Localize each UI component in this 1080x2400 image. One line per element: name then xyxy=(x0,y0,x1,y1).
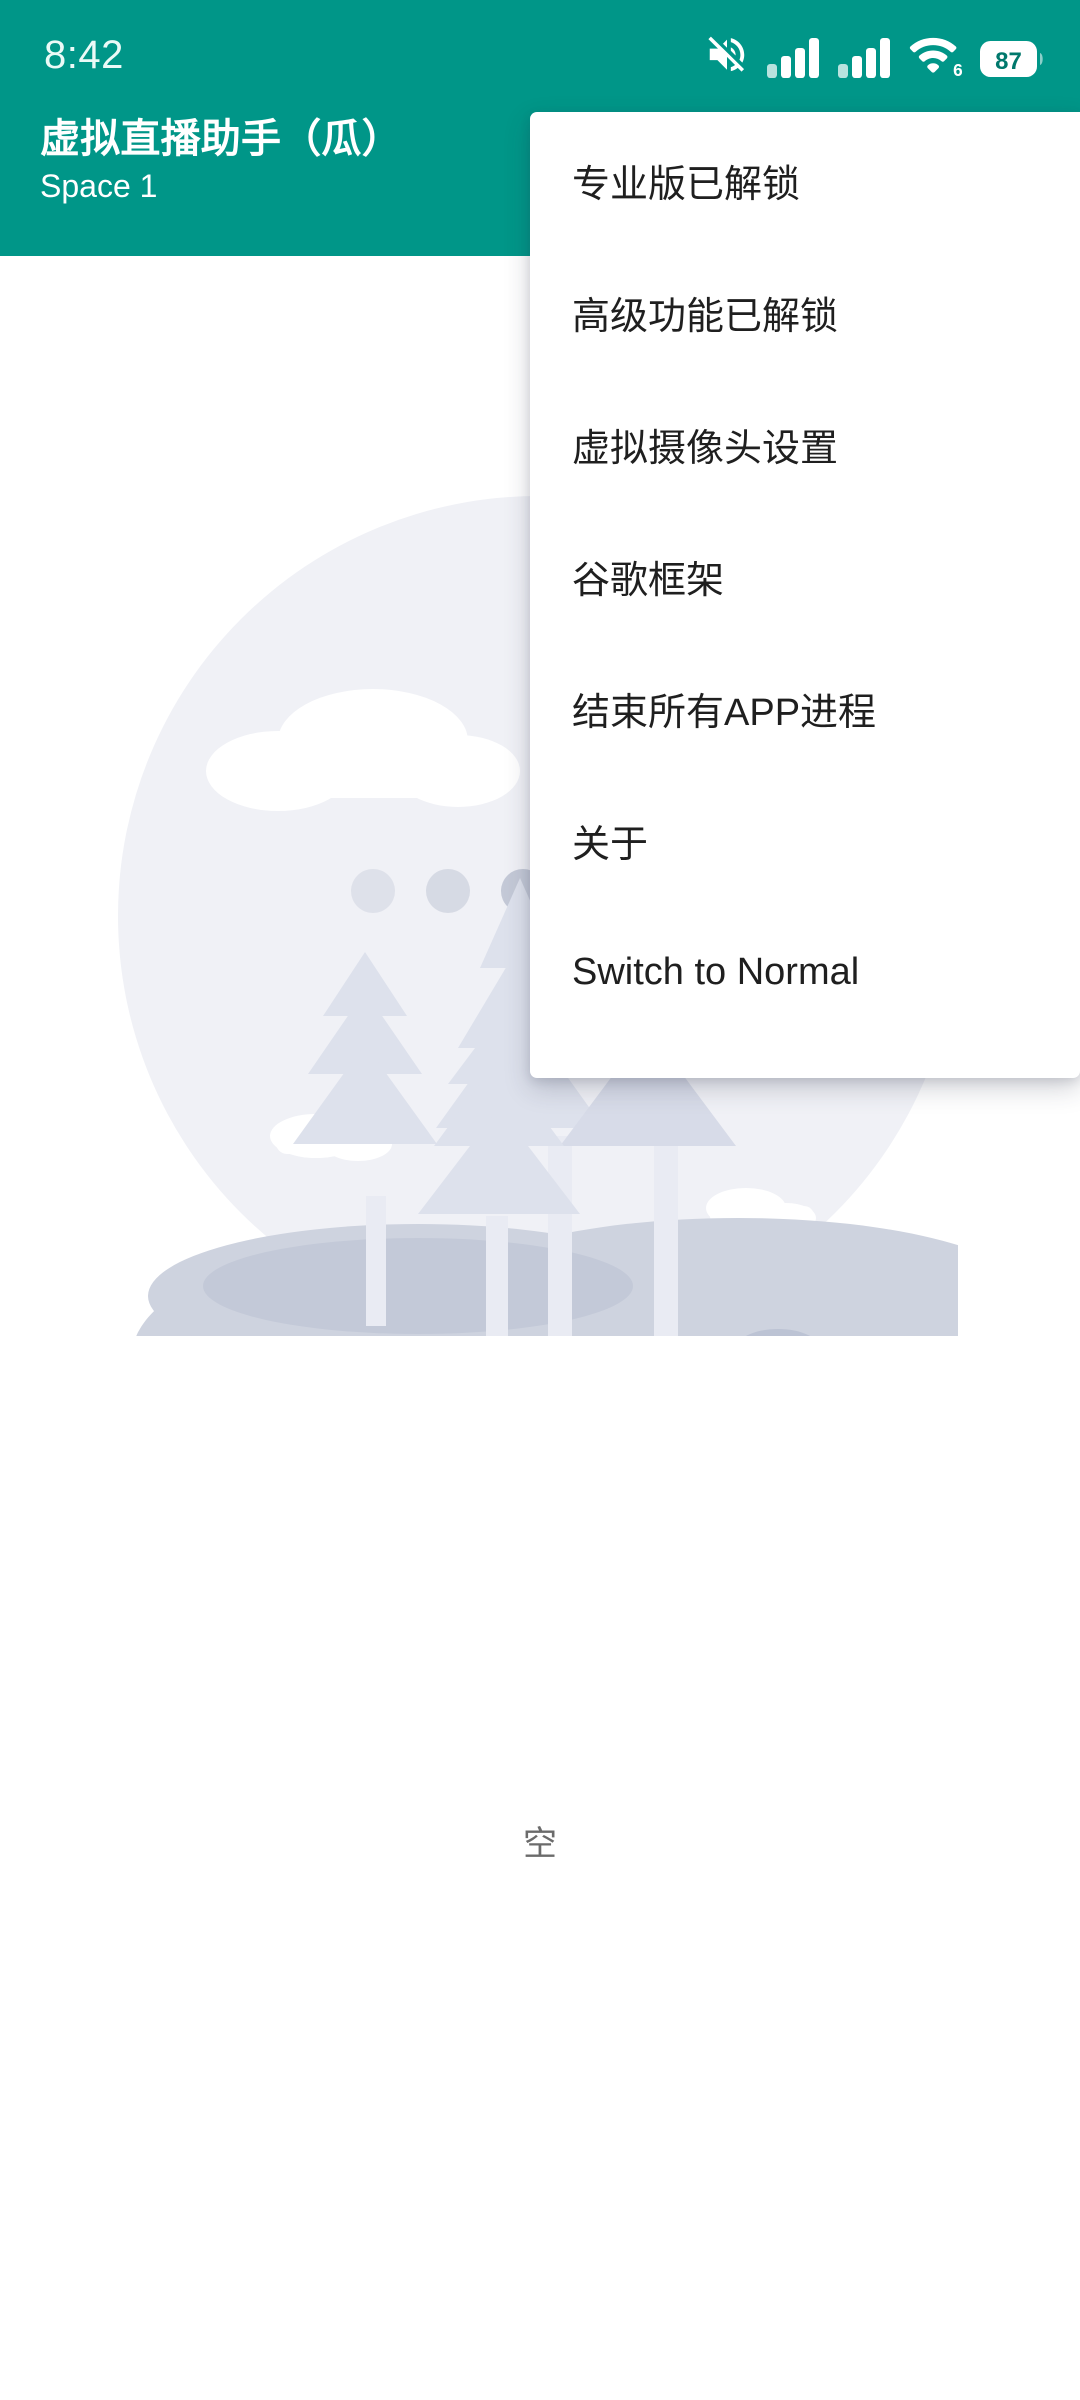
mute-icon xyxy=(708,36,745,72)
menu-item-kill-all-app-processes[interactable]: 结束所有APP进程 xyxy=(530,642,1080,774)
menu-item-pro-unlocked[interactable]: 专业版已解锁 xyxy=(530,114,1080,246)
menu-item-label: 高级功能已解锁 xyxy=(572,295,839,338)
menu-item-label: Switch to Normal xyxy=(572,950,860,993)
menu-item-about[interactable]: 关于 xyxy=(530,774,1080,906)
battery-icon: 87 xyxy=(980,41,1043,77)
tree-trunk-tall xyxy=(548,1136,572,1336)
menu-item-switch-to-normal[interactable]: Switch to Normal xyxy=(530,906,1080,1038)
menu-item-google-framework[interactable]: 谷歌框架 xyxy=(530,510,1080,642)
menu-item-label: 虚拟摄像头设置 xyxy=(572,427,839,470)
tree-trunk-left xyxy=(366,1196,386,1326)
phone-screen: 8:42 6 87 虚拟直播助手（瓜） Space 1 空 专业版已解锁 高级功… xyxy=(0,0,1080,2400)
menu-item-virtual-camera-settings[interactable]: 虚拟摄像头设置 xyxy=(530,378,1080,510)
menu-item-advanced-unlocked[interactable]: 高级功能已解锁 xyxy=(530,246,1080,378)
menu-item-label: 关于 xyxy=(572,823,649,866)
menu-item-label: 谷歌框架 xyxy=(572,559,725,602)
wifi6-icon: 6 xyxy=(909,37,963,78)
signal-sim1-icon xyxy=(767,38,819,78)
signal-sim2-icon xyxy=(838,38,890,78)
status-clock: 8:42 xyxy=(44,32,124,77)
battery-percent-label: 87 xyxy=(995,48,1022,75)
menu-item-label: 结束所有APP进程 xyxy=(572,691,877,734)
empty-state-label: 空 xyxy=(523,1825,557,1863)
wifi-generation-label: 6 xyxy=(953,60,963,78)
status-icons: 6 87 xyxy=(704,32,1046,78)
ground-shape xyxy=(136,1218,958,1336)
tree-trunk-mid xyxy=(486,1216,508,1336)
overflow-menu[interactable]: 专业版已解锁 高级功能已解锁 虚拟摄像头设置 谷歌框架 结束所有APP进程 关于… xyxy=(530,112,1080,1078)
status-bar: 8:42 6 87 xyxy=(0,0,1080,110)
menu-item-label: 专业版已解锁 xyxy=(572,163,801,206)
tree-trunk-right xyxy=(654,1136,678,1336)
